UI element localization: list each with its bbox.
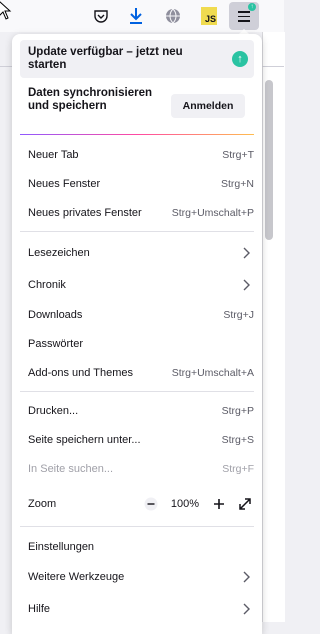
- menu-item-shortcut: Strg+Umschalt+A: [171, 367, 254, 379]
- menu-item-zoom: Zoom 100%: [20, 491, 254, 517]
- fullscreen-button[interactable]: [236, 495, 254, 513]
- menu-separator: [20, 391, 254, 392]
- chevron-right-icon: [243, 571, 250, 583]
- menu-item-shortcut: Strg+S: [221, 434, 254, 446]
- menu-item-addons-themes[interactable]: Add-ons und Themes Strg+Umschalt+A: [20, 360, 254, 386]
- minus-circle-icon: [144, 497, 158, 511]
- browser-toolbar: JS ↑: [0, 0, 284, 32]
- menu-item-label: Lesezeichen: [28, 247, 90, 259]
- update-badge-icon: ↑: [248, 3, 256, 11]
- menu-item-shortcut: Strg+P: [221, 405, 254, 417]
- menu-item-save-page[interactable]: Seite speichern unter... Strg+S: [20, 427, 254, 453]
- menu-item-label: Neues privates Fenster: [28, 207, 142, 219]
- menu-item-help[interactable]: Hilfe: [20, 596, 254, 622]
- sync-text: Daten synchronisieren und speichern: [28, 87, 152, 112]
- menu-item-bookmarks[interactable]: Lesezeichen: [20, 240, 254, 266]
- menu-button[interactable]: ↑: [229, 2, 259, 30]
- login-button[interactable]: Anmelden: [171, 94, 245, 118]
- menu-item-find-in-page: In Seite suchen... Strg+F: [20, 456, 254, 482]
- update-banner[interactable]: Update verfügbar – jetzt neu starten ↑: [20, 40, 254, 78]
- globe-icon[interactable]: [161, 4, 185, 28]
- menu-item-settings[interactable]: Einstellungen: [20, 534, 254, 560]
- menu-item-passwords[interactable]: Passwörter: [20, 331, 254, 357]
- menu-item-history[interactable]: Chronik: [20, 272, 254, 298]
- menu-item-label: Add-ons und Themes: [28, 367, 133, 379]
- cursor-icon: [0, 1, 12, 20]
- menu-item-shortcut: Strg+Umschalt+P: [171, 207, 254, 219]
- account-divider: [20, 134, 254, 135]
- page-divider: [0, 66, 12, 67]
- plus-icon: [214, 499, 224, 509]
- page-divider: [262, 66, 284, 67]
- menu-item-more-tools[interactable]: Weitere Werkzeuge: [20, 564, 254, 590]
- menu-item-new-tab[interactable]: Neuer Tab Strg+T: [20, 142, 254, 168]
- menu-item-label: Zoom: [28, 498, 57, 510]
- menu-item-label: Weitere Werkzeuge: [28, 571, 125, 583]
- menu-separator: [20, 526, 254, 527]
- menu-item-label: Chronik: [28, 279, 66, 291]
- zoom-in-button[interactable]: [210, 495, 228, 513]
- menu-item-shortcut: Strg+F: [222, 463, 254, 475]
- menu-item-shortcut: Strg+J: [223, 309, 254, 321]
- menu-item-label: Neues Fenster: [28, 178, 101, 190]
- menu-item-print[interactable]: Drucken... Strg+P: [20, 398, 254, 424]
- menu-separator: [20, 231, 254, 232]
- download-icon[interactable]: [124, 4, 148, 28]
- zoom-out-button[interactable]: [142, 495, 160, 513]
- update-arrow-icon: ↑: [232, 51, 248, 67]
- menu-item-label: Einstellungen: [28, 541, 95, 553]
- fullscreen-icon: [239, 498, 251, 510]
- page-scrollbar[interactable]: [265, 80, 273, 240]
- app-menu-panel: Update verfügbar – jetzt neu starten ↑ D…: [12, 34, 262, 634]
- menu-item-shortcut: Strg+N: [221, 178, 254, 190]
- js-extension-icon[interactable]: JS: [201, 7, 217, 25]
- pocket-icon[interactable]: [89, 4, 113, 28]
- chevron-right-icon: [243, 279, 250, 291]
- menu-item-label: Seite speichern unter...: [28, 434, 141, 446]
- chevron-right-icon: [243, 603, 250, 615]
- update-banner-text: Update verfügbar – jetzt neu starten: [28, 46, 183, 71]
- menu-item-downloads[interactable]: Downloads Strg+J: [20, 302, 254, 328]
- menu-icon: [238, 11, 250, 25]
- menu-item-label: Drucken...: [28, 405, 79, 417]
- menu-item-label: Neuer Tab: [28, 149, 79, 161]
- menu-item-new-private-window[interactable]: Neues privates Fenster Strg+Umschalt+P: [20, 200, 254, 226]
- zoom-level[interactable]: 100%: [171, 497, 199, 511]
- chevron-right-icon: [243, 247, 250, 259]
- menu-item-label: In Seite suchen...: [28, 463, 113, 475]
- menu-item-new-window[interactable]: Neues Fenster Strg+N: [20, 171, 254, 197]
- menu-item-label: Downloads: [28, 309, 83, 321]
- menu-item-shortcut: Strg+T: [222, 149, 254, 161]
- menu-item-label: Passwörter: [28, 338, 84, 350]
- menu-item-label: Hilfe: [28, 603, 51, 615]
